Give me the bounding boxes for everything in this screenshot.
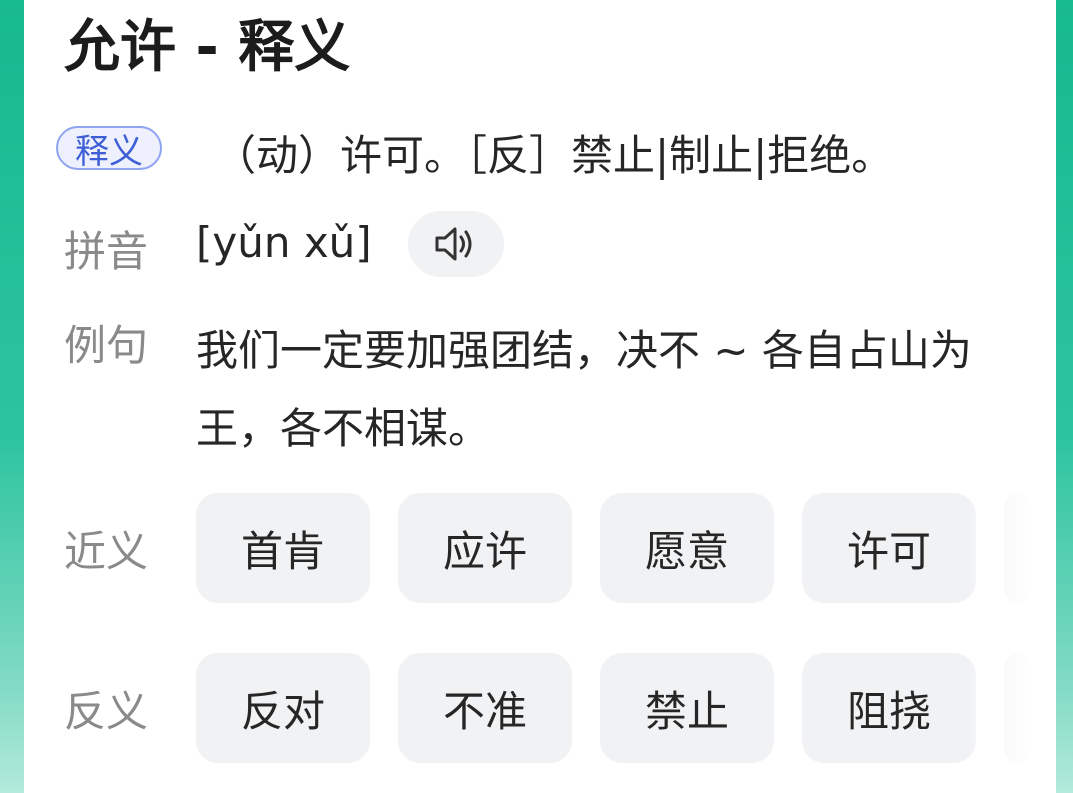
example-sentence: 我们一定要加强团结，决不 ~ 各自占山为王，各不相谋。 xyxy=(196,326,972,453)
antonyms-list: 反对 不准 禁止 阻挠 xyxy=(196,653,1034,763)
synonyms-label: 近义 xyxy=(64,527,149,576)
pinyin-value: [yǔn xǔ] xyxy=(196,218,372,267)
synonym-chip[interactable]: 应许 xyxy=(398,493,572,603)
antonyms-fade xyxy=(966,648,1056,768)
synonym-chip[interactable]: 首肯 xyxy=(196,493,370,603)
definition-text: （动）许可。［反］禁止|制止|拒绝。 xyxy=(214,131,894,180)
antonym-chip[interactable]: 不准 xyxy=(398,653,572,763)
example-label: 例句 xyxy=(64,321,149,370)
definition-badge: 释义 xyxy=(56,126,162,172)
definition-card: 允许 - 释义 释义 （动）许可。［反］禁止|制止|拒绝。 拼音 [yǔn xǔ… xyxy=(24,0,1056,793)
pinyin-label: 拼音 xyxy=(64,227,149,276)
synonyms-fade xyxy=(966,488,1056,608)
antonym-chip[interactable]: 禁止 xyxy=(600,653,774,763)
antonym-chip[interactable]: 反对 xyxy=(196,653,370,763)
antonym-chip[interactable]: 阻挠 xyxy=(802,653,976,763)
synonyms-list: 首肯 应许 愿意 许可 xyxy=(196,493,1034,603)
synonym-chip[interactable]: 许可 xyxy=(802,493,976,603)
antonyms-label: 反义 xyxy=(64,687,149,736)
speaker-icon xyxy=(435,227,472,261)
page-title: 允许 - 释义 xyxy=(64,15,351,80)
synonym-chip[interactable]: 愿意 xyxy=(600,493,774,603)
play-pronunciation-button[interactable] xyxy=(408,211,504,277)
